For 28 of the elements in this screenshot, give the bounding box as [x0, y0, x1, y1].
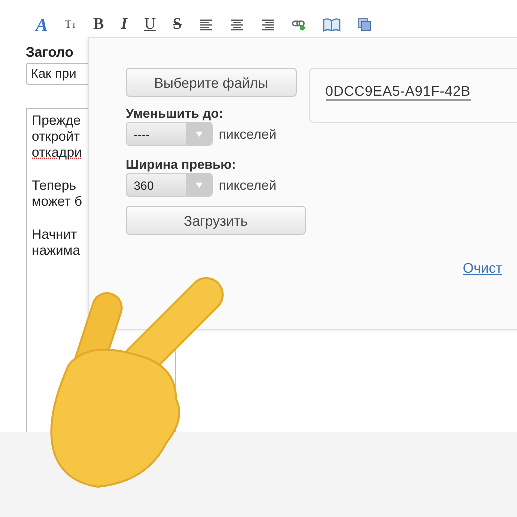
book-icon[interactable]	[322, 18, 341, 32]
field-label: Заголо	[26, 44, 75, 60]
paragraph: Начнит нажима	[32, 227, 80, 259]
toolbar-button[interactable]: S	[173, 16, 182, 34]
clear-link[interactable]: Очист	[463, 260, 502, 276]
choose-files-button[interactable]: Выберите файлы	[126, 68, 297, 97]
paragraph: Прежде откройт откадри	[32, 113, 82, 161]
dropdown-arrow-icon	[194, 130, 204, 138]
unit-label: пикселей	[219, 126, 277, 142]
toolbar-button[interactable]: U	[144, 16, 156, 34]
unit-label: пикселей	[219, 178, 277, 192]
align-right-icon[interactable]	[260, 18, 275, 32]
option-label: Ширина превью:	[126, 156, 238, 173]
align-left-icon[interactable]	[198, 18, 213, 32]
option-label: Уменьшить до:	[126, 105, 224, 122]
align-center-icon[interactable]	[230, 18, 244, 32]
gallery-icon[interactable]	[358, 18, 372, 32]
toolbar-button[interactable]: I	[121, 16, 128, 34]
dropdown-arrow-icon	[194, 182, 204, 188]
upload-button[interactable]: Загрузить	[126, 206, 306, 235]
size-select[interactable]: 360	[126, 173, 213, 197]
toolbar-button[interactable]: A	[36, 16, 48, 34]
link-icon[interactable]	[292, 18, 306, 32]
toolbar-button[interactable]: Tт	[65, 16, 77, 34]
paragraph: Теперь может б	[32, 178, 82, 210]
toolbar-button[interactable]: B	[94, 16, 104, 34]
size-select[interactable]: ----	[126, 122, 213, 146]
file-name: 0DCC9EA5-A91F-42B	[326, 83, 471, 101]
